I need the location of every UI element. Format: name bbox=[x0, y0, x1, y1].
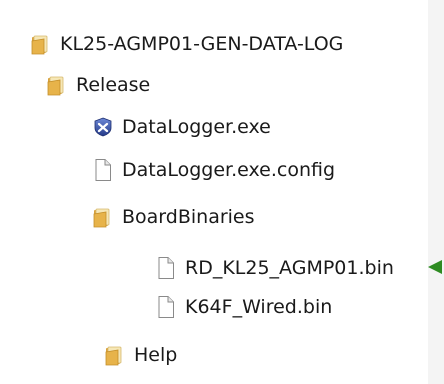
folder-icon bbox=[30, 33, 52, 55]
tree-item-label: Release bbox=[76, 73, 151, 96]
file-icon bbox=[92, 158, 114, 182]
tree-item-label: BoardBinaries bbox=[122, 205, 255, 228]
tree-item-help-folder[interactable]: Help bbox=[104, 341, 177, 369]
tree-item-boardbinaries-folder[interactable]: BoardBinaries bbox=[92, 203, 255, 231]
folder-tree-panel: KL25-AGMP01-GEN-DATA-LOG Release DataLog… bbox=[0, 0, 428, 384]
folder-icon bbox=[46, 74, 68, 96]
tree-item-label: RD_KL25_AGMP01.bin bbox=[185, 256, 394, 279]
folder-icon bbox=[104, 344, 126, 366]
tree-item-label: DataLogger.exe bbox=[122, 115, 271, 138]
tree-item-datalogger-config[interactable]: DataLogger.exe.config bbox=[92, 156, 335, 184]
tree-item-rd-kl25-bin[interactable]: RD_KL25_AGMP01.bin bbox=[155, 254, 394, 282]
tree-item-label: KL25-AGMP01-GEN-DATA-LOG bbox=[60, 32, 344, 55]
file-icon bbox=[155, 295, 177, 319]
tree-item-label: Help bbox=[134, 343, 178, 366]
tree-item-release-folder[interactable]: Release bbox=[46, 71, 150, 99]
file-icon bbox=[155, 256, 177, 280]
folder-icon bbox=[92, 206, 114, 228]
tree-item-datalogger-exe[interactable]: DataLogger.exe bbox=[92, 113, 271, 141]
arrow-pointer-icon bbox=[428, 260, 442, 274]
tree-item-label: DataLogger.exe.config bbox=[122, 158, 336, 181]
tree-item-k64f-wired-bin[interactable]: K64F_Wired.bin bbox=[155, 293, 332, 321]
tree-item-label: K64F_Wired.bin bbox=[185, 295, 333, 318]
application-icon bbox=[92, 116, 114, 138]
tree-item-root-folder[interactable]: KL25-AGMP01-GEN-DATA-LOG bbox=[30, 30, 343, 58]
